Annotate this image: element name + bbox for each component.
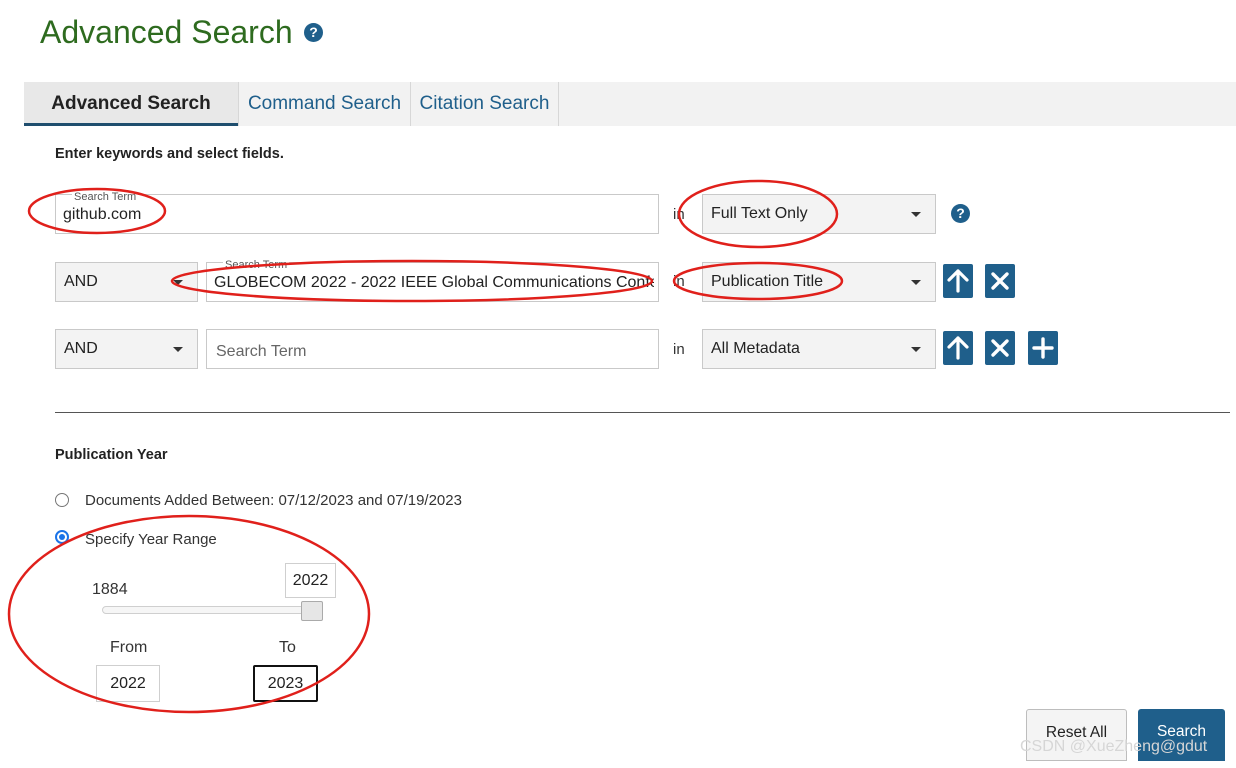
search-term-value: github.com	[63, 206, 142, 223]
in-label: in	[673, 206, 685, 223]
plus-icon	[1032, 337, 1054, 359]
help-icon[interactable]: ?	[951, 204, 970, 223]
slider-value-label: 2022	[285, 563, 336, 598]
in-label: in	[673, 273, 685, 290]
field-select-2[interactable]: Publication Title	[702, 262, 936, 302]
operator-select-3[interactable]: AND	[55, 329, 198, 369]
radio-specify-year-range-label: Specify Year Range	[85, 531, 217, 548]
in-label: in	[673, 341, 685, 358]
field-select-value: All Metadata	[711, 340, 800, 357]
field-select-3[interactable]: All Metadata	[702, 329, 936, 369]
tab-separator	[558, 82, 559, 126]
tab-bar: Advanced Search Command Search Citation …	[24, 82, 1236, 126]
search-term-label: Search Term	[223, 259, 290, 271]
search-term-input-2[interactable]: Search Term GLOBECOM 2022 - 2022 IEEE Gl…	[206, 259, 659, 302]
field-select-value: Full Text Only	[711, 205, 808, 222]
move-up-button[interactable]	[943, 264, 973, 298]
instruction-text: Enter keywords and select fields.	[55, 146, 284, 162]
arrow-up-icon	[947, 269, 969, 293]
radio-documents-added[interactable]	[55, 493, 69, 507]
tab-advanced-search[interactable]: Advanced Search	[24, 82, 238, 126]
radio-documents-added-label: Documents Added Between: 07/12/2023 and …	[85, 492, 462, 509]
remove-row-button[interactable]	[985, 331, 1015, 365]
close-icon	[991, 272, 1009, 290]
chevron-down-icon	[173, 280, 183, 285]
arrow-up-icon	[947, 336, 969, 360]
field-select-value: Publication Title	[711, 273, 824, 290]
remove-row-button[interactable]	[985, 264, 1015, 298]
from-label: From	[110, 639, 148, 656]
search-term-label: Search Term	[72, 191, 139, 203]
chevron-down-icon	[911, 212, 921, 217]
close-icon	[991, 339, 1009, 357]
search-term-input-1[interactable]: Search Term github.com	[55, 191, 659, 234]
search-term-input-3[interactable]: Search Term	[206, 329, 659, 369]
field-select-1[interactable]: Full Text Only	[702, 194, 936, 234]
divider	[55, 412, 1230, 413]
chevron-down-icon	[173, 347, 183, 352]
year-slider-handle[interactable]	[301, 601, 323, 621]
chevron-down-icon	[911, 280, 921, 285]
publication-year-title: Publication Year	[55, 447, 168, 463]
search-term-placeholder: Search Term	[216, 343, 307, 360]
add-row-button[interactable]	[1028, 331, 1058, 365]
move-up-button[interactable]	[943, 331, 973, 365]
tab-command-search[interactable]: Command Search	[239, 82, 410, 126]
page-title: Advanced Search	[40, 14, 293, 50]
to-label: To	[279, 639, 296, 656]
watermark: CSDN @XueZheng@gdut	[1020, 738, 1208, 755]
to-year-input[interactable]: 2023	[253, 665, 318, 702]
operator-select-2[interactable]: AND	[55, 262, 198, 302]
year-slider-track[interactable]	[102, 606, 322, 614]
search-term-value: GLOBECOM 2022 - 2022 IEEE Global Communi…	[214, 274, 654, 291]
operator-value: AND	[64, 340, 98, 357]
radio-specify-year-range[interactable]	[55, 530, 69, 544]
tab-citation-search[interactable]: Citation Search	[411, 82, 558, 126]
help-icon[interactable]: ?	[304, 23, 323, 42]
from-year-input[interactable]: 2022	[96, 665, 160, 702]
operator-value: AND	[64, 273, 98, 290]
chevron-down-icon	[911, 347, 921, 352]
slider-min-label: 1884	[92, 581, 128, 598]
